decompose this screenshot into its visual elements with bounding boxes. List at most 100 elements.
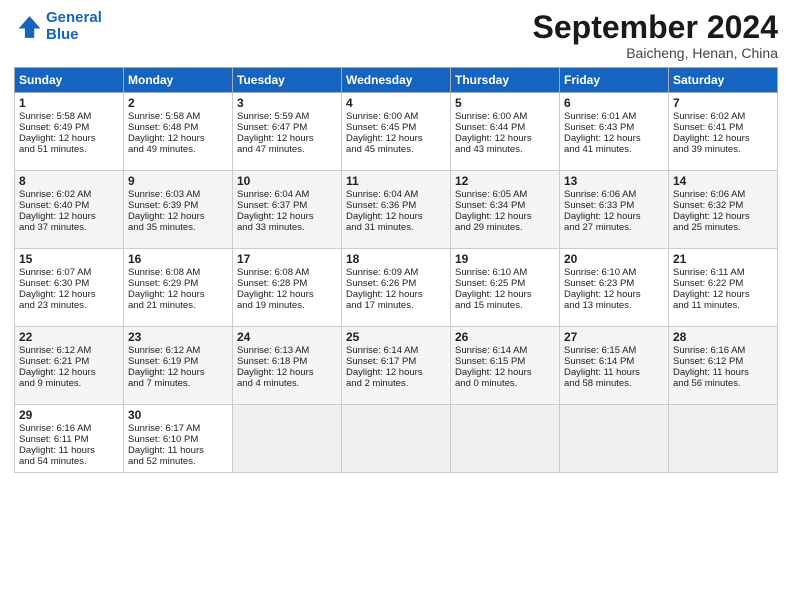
logo-general: General xyxy=(46,9,102,26)
table-row: 21 Sunrise: 6:11 AMSunset: 6:22 PMDaylig… xyxy=(669,249,778,327)
table-row: 26 Sunrise: 6:14 AMSunset: 6:15 PMDaylig… xyxy=(451,327,560,405)
cell-content: Sunrise: 6:12 AMSunset: 6:19 PMDaylight:… xyxy=(128,345,205,389)
day-number: 20 xyxy=(564,252,664,266)
header: General Blue September 2024 Baicheng, He… xyxy=(14,10,778,61)
day-number: 7 xyxy=(673,96,773,110)
cell-content: Sunrise: 6:15 AMSunset: 6:14 PMDaylight:… xyxy=(564,345,640,389)
title-block: September 2024 Baicheng, Henan, China xyxy=(533,10,778,61)
col-thursday: Thursday xyxy=(451,68,560,93)
empty-cell xyxy=(233,405,342,473)
table-row: 1 Sunrise: 5:58 AMSunset: 6:49 PMDayligh… xyxy=(15,93,124,171)
empty-cell xyxy=(669,405,778,473)
calendar-table: Sunday Monday Tuesday Wednesday Thursday… xyxy=(14,67,778,473)
day-number: 13 xyxy=(564,174,664,188)
day-number: 21 xyxy=(673,252,773,266)
table-row: 3 Sunrise: 5:59 AMSunset: 6:47 PMDayligh… xyxy=(233,93,342,171)
table-row: 22 Sunrise: 6:12 AMSunset: 6:21 PMDaylig… xyxy=(15,327,124,405)
table-row: 18 Sunrise: 6:09 AMSunset: 6:26 PMDaylig… xyxy=(342,249,451,327)
col-monday: Monday xyxy=(124,68,233,93)
day-number: 8 xyxy=(19,174,119,188)
cell-content: Sunrise: 6:03 AMSunset: 6:39 PMDaylight:… xyxy=(128,189,205,233)
day-number: 24 xyxy=(237,330,337,344)
cell-content: Sunrise: 6:06 AMSunset: 6:33 PMDaylight:… xyxy=(564,189,641,233)
table-row: 30 Sunrise: 6:17 AMSunset: 6:10 PMDaylig… xyxy=(124,405,233,473)
cell-content: Sunrise: 6:02 AMSunset: 6:41 PMDaylight:… xyxy=(673,111,750,155)
month-title: September 2024 xyxy=(533,10,778,45)
table-row: 16 Sunrise: 6:08 AMSunset: 6:29 PMDaylig… xyxy=(124,249,233,327)
day-number: 6 xyxy=(564,96,664,110)
cell-content: Sunrise: 6:10 AMSunset: 6:25 PMDaylight:… xyxy=(455,267,532,311)
table-row: 25 Sunrise: 6:14 AMSunset: 6:17 PMDaylig… xyxy=(342,327,451,405)
table-row: 28 Sunrise: 6:16 AMSunset: 6:12 PMDaylig… xyxy=(669,327,778,405)
cell-content: Sunrise: 6:10 AMSunset: 6:23 PMDaylight:… xyxy=(564,267,641,311)
cell-content: Sunrise: 5:58 AMSunset: 6:48 PMDaylight:… xyxy=(128,111,205,155)
page-container: General Blue September 2024 Baicheng, He… xyxy=(0,0,792,483)
day-number: 10 xyxy=(237,174,337,188)
location-subtitle: Baicheng, Henan, China xyxy=(533,45,778,61)
table-row: 13 Sunrise: 6:06 AMSunset: 6:33 PMDaylig… xyxy=(560,171,669,249)
header-row: Sunday Monday Tuesday Wednesday Thursday… xyxy=(15,68,778,93)
day-number: 3 xyxy=(237,96,337,110)
table-row: 9 Sunrise: 6:03 AMSunset: 6:39 PMDayligh… xyxy=(124,171,233,249)
logo-blue: Blue xyxy=(46,26,79,43)
day-number: 17 xyxy=(237,252,337,266)
cell-content: Sunrise: 6:08 AMSunset: 6:28 PMDaylight:… xyxy=(237,267,314,311)
cell-content: Sunrise: 6:11 AMSunset: 6:22 PMDaylight:… xyxy=(673,267,750,311)
table-row: 4 Sunrise: 6:00 AMSunset: 6:45 PMDayligh… xyxy=(342,93,451,171)
table-row: 23 Sunrise: 6:12 AMSunset: 6:19 PMDaylig… xyxy=(124,327,233,405)
table-row: 5 Sunrise: 6:00 AMSunset: 6:44 PMDayligh… xyxy=(451,93,560,171)
col-saturday: Saturday xyxy=(669,68,778,93)
cell-content: Sunrise: 6:08 AMSunset: 6:29 PMDaylight:… xyxy=(128,267,205,311)
calendar-body: 1 Sunrise: 5:58 AMSunset: 6:49 PMDayligh… xyxy=(15,93,778,473)
cell-content: Sunrise: 6:16 AMSunset: 6:11 PMDaylight:… xyxy=(19,423,95,467)
cell-content: Sunrise: 6:07 AMSunset: 6:30 PMDaylight:… xyxy=(19,267,96,311)
cell-content: Sunrise: 6:06 AMSunset: 6:32 PMDaylight:… xyxy=(673,189,750,233)
cell-content: Sunrise: 6:04 AMSunset: 6:36 PMDaylight:… xyxy=(346,189,423,233)
cell-content: Sunrise: 6:02 AMSunset: 6:40 PMDaylight:… xyxy=(19,189,96,233)
day-number: 15 xyxy=(19,252,119,266)
calendar-week: 29 Sunrise: 6:16 AMSunset: 6:11 PMDaylig… xyxy=(15,405,778,473)
cell-content: Sunrise: 6:14 AMSunset: 6:15 PMDaylight:… xyxy=(455,345,532,389)
calendar-week: 1 Sunrise: 5:58 AMSunset: 6:49 PMDayligh… xyxy=(15,93,778,171)
day-number: 9 xyxy=(128,174,228,188)
calendar-week: 8 Sunrise: 6:02 AMSunset: 6:40 PMDayligh… xyxy=(15,171,778,249)
cell-content: Sunrise: 6:00 AMSunset: 6:44 PMDaylight:… xyxy=(455,111,532,155)
day-number: 18 xyxy=(346,252,446,266)
table-row: 24 Sunrise: 6:13 AMSunset: 6:18 PMDaylig… xyxy=(233,327,342,405)
logo-icon xyxy=(14,13,42,41)
cell-content: Sunrise: 6:17 AMSunset: 6:10 PMDaylight:… xyxy=(128,423,204,467)
table-row: 6 Sunrise: 6:01 AMSunset: 6:43 PMDayligh… xyxy=(560,93,669,171)
table-row: 11 Sunrise: 6:04 AMSunset: 6:36 PMDaylig… xyxy=(342,171,451,249)
day-number: 14 xyxy=(673,174,773,188)
col-sunday: Sunday xyxy=(15,68,124,93)
table-row: 15 Sunrise: 6:07 AMSunset: 6:30 PMDaylig… xyxy=(15,249,124,327)
table-row: 7 Sunrise: 6:02 AMSunset: 6:41 PMDayligh… xyxy=(669,93,778,171)
table-row: 19 Sunrise: 6:10 AMSunset: 6:25 PMDaylig… xyxy=(451,249,560,327)
empty-cell xyxy=(342,405,451,473)
day-number: 4 xyxy=(346,96,446,110)
table-row: 12 Sunrise: 6:05 AMSunset: 6:34 PMDaylig… xyxy=(451,171,560,249)
col-friday: Friday xyxy=(560,68,669,93)
table-row: 17 Sunrise: 6:08 AMSunset: 6:28 PMDaylig… xyxy=(233,249,342,327)
day-number: 28 xyxy=(673,330,773,344)
cell-content: Sunrise: 5:58 AMSunset: 6:49 PMDaylight:… xyxy=(19,111,96,155)
day-number: 16 xyxy=(128,252,228,266)
cell-content: Sunrise: 6:09 AMSunset: 6:26 PMDaylight:… xyxy=(346,267,423,311)
day-number: 23 xyxy=(128,330,228,344)
table-row: 20 Sunrise: 6:10 AMSunset: 6:23 PMDaylig… xyxy=(560,249,669,327)
day-number: 30 xyxy=(128,408,228,422)
table-row: 10 Sunrise: 6:04 AMSunset: 6:37 PMDaylig… xyxy=(233,171,342,249)
day-number: 2 xyxy=(128,96,228,110)
cell-content: Sunrise: 6:14 AMSunset: 6:17 PMDaylight:… xyxy=(346,345,423,389)
day-number: 19 xyxy=(455,252,555,266)
cell-content: Sunrise: 6:12 AMSunset: 6:21 PMDaylight:… xyxy=(19,345,96,389)
day-number: 22 xyxy=(19,330,119,344)
table-row: 27 Sunrise: 6:15 AMSunset: 6:14 PMDaylig… xyxy=(560,327,669,405)
table-row: 29 Sunrise: 6:16 AMSunset: 6:11 PMDaylig… xyxy=(15,405,124,473)
logo: General Blue xyxy=(14,10,102,43)
day-number: 1 xyxy=(19,96,119,110)
col-wednesday: Wednesday xyxy=(342,68,451,93)
cell-content: Sunrise: 6:00 AMSunset: 6:45 PMDaylight:… xyxy=(346,111,423,155)
day-number: 29 xyxy=(19,408,119,422)
day-number: 12 xyxy=(455,174,555,188)
